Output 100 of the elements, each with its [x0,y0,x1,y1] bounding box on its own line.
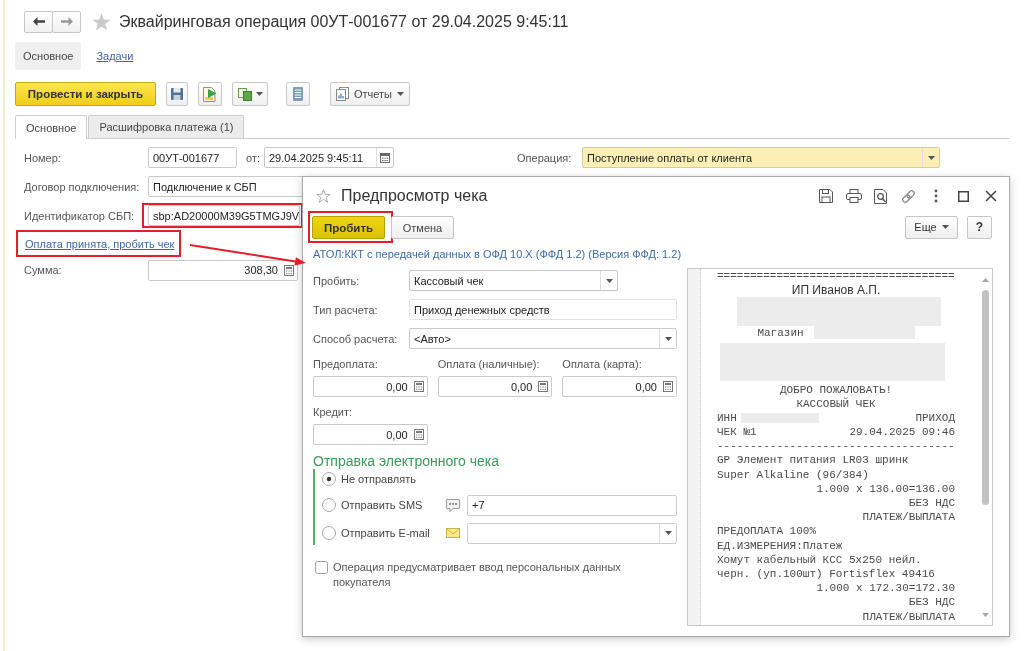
link-icon[interactable] [901,188,917,204]
sbp-id-field[interactable]: sbp:AD20000M39G5TMGJ9V [148,205,300,226]
amount-field[interactable]: 0,00 [313,376,428,397]
close-icon[interactable] [985,190,998,202]
caret-icon [927,155,935,160]
calculator-button[interactable] [660,380,676,393]
radio-button[interactable] [322,472,336,486]
preview-icon[interactable] [874,188,889,204]
radio-label: Не отправлять [341,473,417,485]
arrow-left-icon [32,17,45,26]
list-icon [293,87,303,101]
checkbox[interactable] [315,561,328,574]
document-arrow-icon [203,86,217,102]
receipt-text: ПРИХОД [915,410,955,426]
radio-label: Отправить E-mail [341,527,431,539]
scroll-up-icon[interactable] [981,278,989,282]
amount-field[interactable]: 0,00 [437,376,553,397]
save-button[interactable] [166,82,188,106]
device-link[interactable]: АТОЛ:ККТ с передачей данных в ОФД 10.X (ФФД 1.2) (Версия ФФД: 1.2) [313,247,682,261]
documents-icon [237,87,252,101]
print-receipt-button[interactable]: Пробить [312,216,385,239]
receipt-text: ДОБРО ПОЖАЛОВАТЬ! [779,382,893,397]
amount-field[interactable]: 0,00 [562,376,677,397]
calculator-button[interactable] [281,263,297,277]
related-documents-button[interactable] [232,82,268,106]
list-button[interactable] [286,82,310,106]
select-field[interactable]: Кассовый чек [409,270,618,291]
operation-field[interactable]: Поступление оплаты от клиента [582,147,940,168]
section-tab[interactable]: Задачи [96,49,134,63]
field-label: Пробить: [313,274,361,287]
print-icon[interactable] [845,189,862,203]
amount-field[interactable]: 308,30 [148,259,298,281]
help-button[interactable]: ? [967,215,992,239]
receipt-text: ЧЕК №1 [717,425,757,440]
star-icon[interactable] [92,12,111,31]
phone-field[interactable]: +7 [467,494,677,516]
select-field[interactable]: <Авто> [409,328,677,349]
number-field[interactable]: 00УТ-001677 [148,147,237,168]
receipt-text: черн. (уп.100шт) Fortisflex 49416 [717,567,935,582]
receipt-text: Хомут кабельный КСС 5x250 нейл. [717,552,922,567]
receipt-text: GP Элемент питания LR03 шринк [717,453,909,468]
radio-button[interactable] [322,526,336,540]
scroll-down-icon[interactable] [981,613,989,617]
section-tab[interactable]: Основное [15,42,82,70]
maximize-icon[interactable] [958,190,970,202]
reports-button[interactable]: Отчеты [330,82,410,106]
save-icon [171,88,183,100]
caret-icon [255,92,263,96]
email-field[interactable] [467,522,677,544]
caret-icon [605,278,613,283]
receipt-text: ПЛАТЕЖ/ВЫПЛАТА [862,609,955,624]
calculator-icon [538,381,549,392]
calendar-icon [380,152,390,163]
date-field[interactable]: 29.04.2025 9:45:11 [264,147,394,168]
radio-label: Отправить SMS [341,499,424,511]
field-label: Кредит: [313,405,353,419]
tab[interactable]: Основное [15,115,88,139]
more-button[interactable]: Еще [905,215,958,239]
caret-icon [664,531,672,535]
receipt-text: ПЛАТЕЖ/ВЫПЛАТА [862,510,955,525]
receipt-text: ЕД.ИЗМЕРЕНИЯ:Платеж [717,538,843,553]
report-icon [336,87,349,101]
calculator-icon [663,381,673,392]
field-label: Сумма: [24,264,63,276]
receipt-text: ПРЕДОПЛАТА 100% [717,524,817,539]
window-title: Эквайринговая операция 00УТ-001677 от 29.04.2025 9:45:11 [119,12,569,31]
receipt-text: БЕЗ НДС [908,496,955,511]
receipt-text: Super Alkaline (96/384) [717,467,869,482]
post-and-close-button[interactable]: Провести и закрыть [15,82,156,106]
save-icon[interactable] [819,189,834,203]
caret-icon [941,225,949,229]
field-label: Операция: [517,151,573,164]
field-label: Оплата (наличные): [437,357,540,371]
star-icon[interactable] [316,189,331,203]
tab[interactable]: Расшифровка платежа (1) [88,115,245,138]
back-button[interactable] [24,10,53,33]
receipt-text: Магазин [757,325,804,340]
field-label: Оплата (карта): [562,357,642,371]
field-label: Номер: [24,151,62,164]
field-label: Тип расчета: [313,303,379,316]
action-link[interactable]: Оплата принята, пробить чек [25,237,175,250]
cancel-button[interactable]: Отмена [391,216,454,239]
receipt-title: ИП Иванов А.П. [791,283,881,298]
receipt-text: 1.000 x 172.30=172.30 [816,581,955,596]
text-field[interactable]: Приход денежных средств [409,299,677,320]
receipt-text: ИНН [717,410,737,426]
dialog-title: Предпросмотр чека [341,187,488,205]
section-heading: Отправка электронного чека [313,453,500,469]
receipt-text: КАССОВЫЙ ЧЕК [796,396,876,411]
amount-field[interactable]: 0,00 [313,424,428,445]
scrollbar-thumb[interactable] [981,290,989,505]
envelope-icon [446,528,460,538]
radio-button[interactable] [322,498,336,512]
field-label: от: [246,151,261,164]
calculator-icon [413,429,424,440]
post-button[interactable] [198,82,222,106]
calendar-button[interactable] [376,148,393,167]
receipt-text: 29.04.2025 09:46 [849,425,955,440]
more-icon[interactable] [934,189,939,203]
receipt-text: 1.000 x 136.00=136.00 [816,481,955,497]
